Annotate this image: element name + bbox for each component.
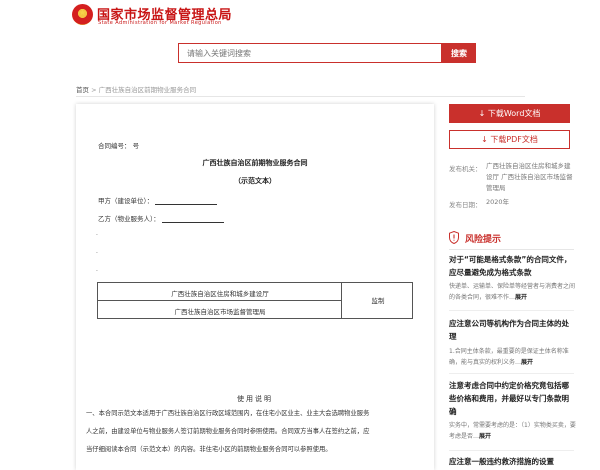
shield-icon — [449, 231, 459, 244]
risk-header: 风险提示 — [449, 230, 574, 246]
party-b-field: 乙方（物业服务人）： — [98, 213, 224, 223]
bullet-dot: · — [96, 250, 98, 257]
risk-title: 风险提示 — [465, 235, 502, 245]
bullet-dot: · — [96, 232, 98, 239]
download-word-button[interactable]: ↓ 下载Word文档 — [449, 104, 570, 123]
expand-link[interactable]: 展开 — [479, 433, 491, 440]
document-preview[interactable]: 合同编号： 号 广西壮族自治区前期物业服务合同 （示范文本） 甲方（建设单位）：… — [76, 104, 434, 470]
risk-item-title[interactable]: 应注意一般违约救济措施的设置 — [449, 455, 576, 468]
site-header: 国家市场监督管理总局 State Administration for Mark… — [0, 0, 600, 32]
risk-separator — [449, 373, 574, 374]
issuer-market-dept: 广西壮族自治区市场监督管理局 — [174, 308, 266, 316]
risk-separator — [449, 310, 574, 311]
issuer-table: 广西壮族自治区住房和城乡建设厅 广西壮族自治区市场监督管理局 监制 — [97, 282, 413, 319]
download-pdf-label: 下载PDF文档 — [490, 135, 538, 144]
party-a-label: 甲方（建设单位）： — [98, 197, 154, 205]
risk-item-desc: 快递单、运输单、保险单等经营者与消费者之间的各类合同，很难不作…展开 — [449, 281, 576, 303]
document-subtitle: （示范文本） — [234, 177, 276, 185]
download-icon: ↓ — [481, 135, 491, 144]
risk-item-title[interactable]: 应注意公司等机构作为合同主体的处理 — [449, 317, 576, 343]
search-button[interactable]: 搜索 — [442, 43, 476, 63]
party-b-label: 乙方（物业服务人）： — [98, 215, 160, 223]
download-pdf-button[interactable]: ↓ 下载PDF文档 — [449, 130, 570, 149]
breadcrumb-divider — [76, 96, 525, 97]
breadcrumb-home-link[interactable]: 首页 — [76, 86, 89, 94]
download-icon: ↓ — [478, 109, 488, 118]
expand-link[interactable]: 展开 — [521, 359, 533, 366]
search-input[interactable] — [178, 43, 442, 63]
risk-item-title[interactable]: 注意考虑合同中约定价格究竟包括哪些价格和费用，并最好以专门条款明确 — [449, 379, 576, 418]
site-subtitle: State Administration for Market Regulati… — [98, 20, 222, 26]
risk-item-title[interactable]: 对于“可能是格式条款”的合同文件，应尽量避免成为格式条款 — [449, 253, 576, 279]
party-a-field: 甲方（建设单位）： — [98, 195, 218, 205]
issuer-row: 广西壮族自治区住房和城乡建设厅 — [98, 283, 342, 301]
breadcrumb: 首页 > 广西壮族自治区前期物业服务合同 — [76, 84, 196, 94]
publisher-value: 广西壮族自治区住房和城乡建设厅 广西壮族自治区市场监督管理局 — [486, 162, 573, 192]
usage-paragraph-line: 人之前，由建设单位与物业服务人签订前期物业服务合同时参照使用。合同双方当事人在签… — [86, 428, 370, 435]
party-a-blank — [155, 198, 218, 205]
download-word-label: 下载Word文档 — [487, 109, 541, 118]
breadcrumb-separator: > — [91, 86, 97, 94]
national-emblem-logo[interactable] — [72, 4, 93, 25]
risk-item-desc-text: 1.合同主体条款，最重要的是保证主体名称准确，能与真实的权利义务… — [449, 348, 569, 366]
risk-separator — [449, 450, 574, 451]
breadcrumb-current: 广西壮族自治区前期物业服务合同 — [98, 86, 197, 94]
risk-item-desc: 实务中，常需要考虑的是：（1）实物类买卖，要考虑是否…展开 — [449, 420, 576, 442]
usage-title: 使用说明 — [237, 395, 273, 403]
issuer-housing-dept: 广西壮族自治区住房和城乡建设厅 — [171, 290, 269, 298]
party-b-blank — [161, 216, 224, 223]
expand-link[interactable]: 展开 — [515, 294, 527, 301]
publish-date-label: 发布日期： — [449, 201, 482, 209]
bullet-dot: · — [96, 268, 98, 275]
risk-item-desc-text: 快递单、运输单、保险单等经营者与消费者之间的各类合同，很难不作… — [449, 283, 576, 301]
risk-item-desc: 1.合同主体条款，最重要的是保证主体名称准确，能与真实的权利义务…展开 — [449, 346, 576, 368]
contract-number: 合同编号： 号 — [98, 142, 140, 150]
usage-paragraph-line: 当仔细阅读本合同（示范文本）的内容。非住宅小区的前期物业服务合同可以参照使用。 — [86, 446, 332, 453]
supervise-cell: 监制 — [371, 297, 385, 305]
usage-paragraph-line: 一、本合同示范文本适用于广西壮族自治区行政区域范围内，在住宅小区业主、业主大会选… — [86, 410, 370, 417]
publisher-label: 发布机关： — [449, 165, 482, 173]
publish-date-value: 2020年 — [486, 198, 510, 206]
document-title: 广西壮族自治区前期物业服务合同 — [202, 159, 308, 167]
issuer-row: 广西壮族自治区市场监督管理局 — [98, 301, 342, 319]
risk-item-desc-text: 实务中，常需要考虑的是：（1）实物类买卖，要考虑是否… — [449, 422, 576, 440]
risk-divider — [449, 249, 574, 250]
